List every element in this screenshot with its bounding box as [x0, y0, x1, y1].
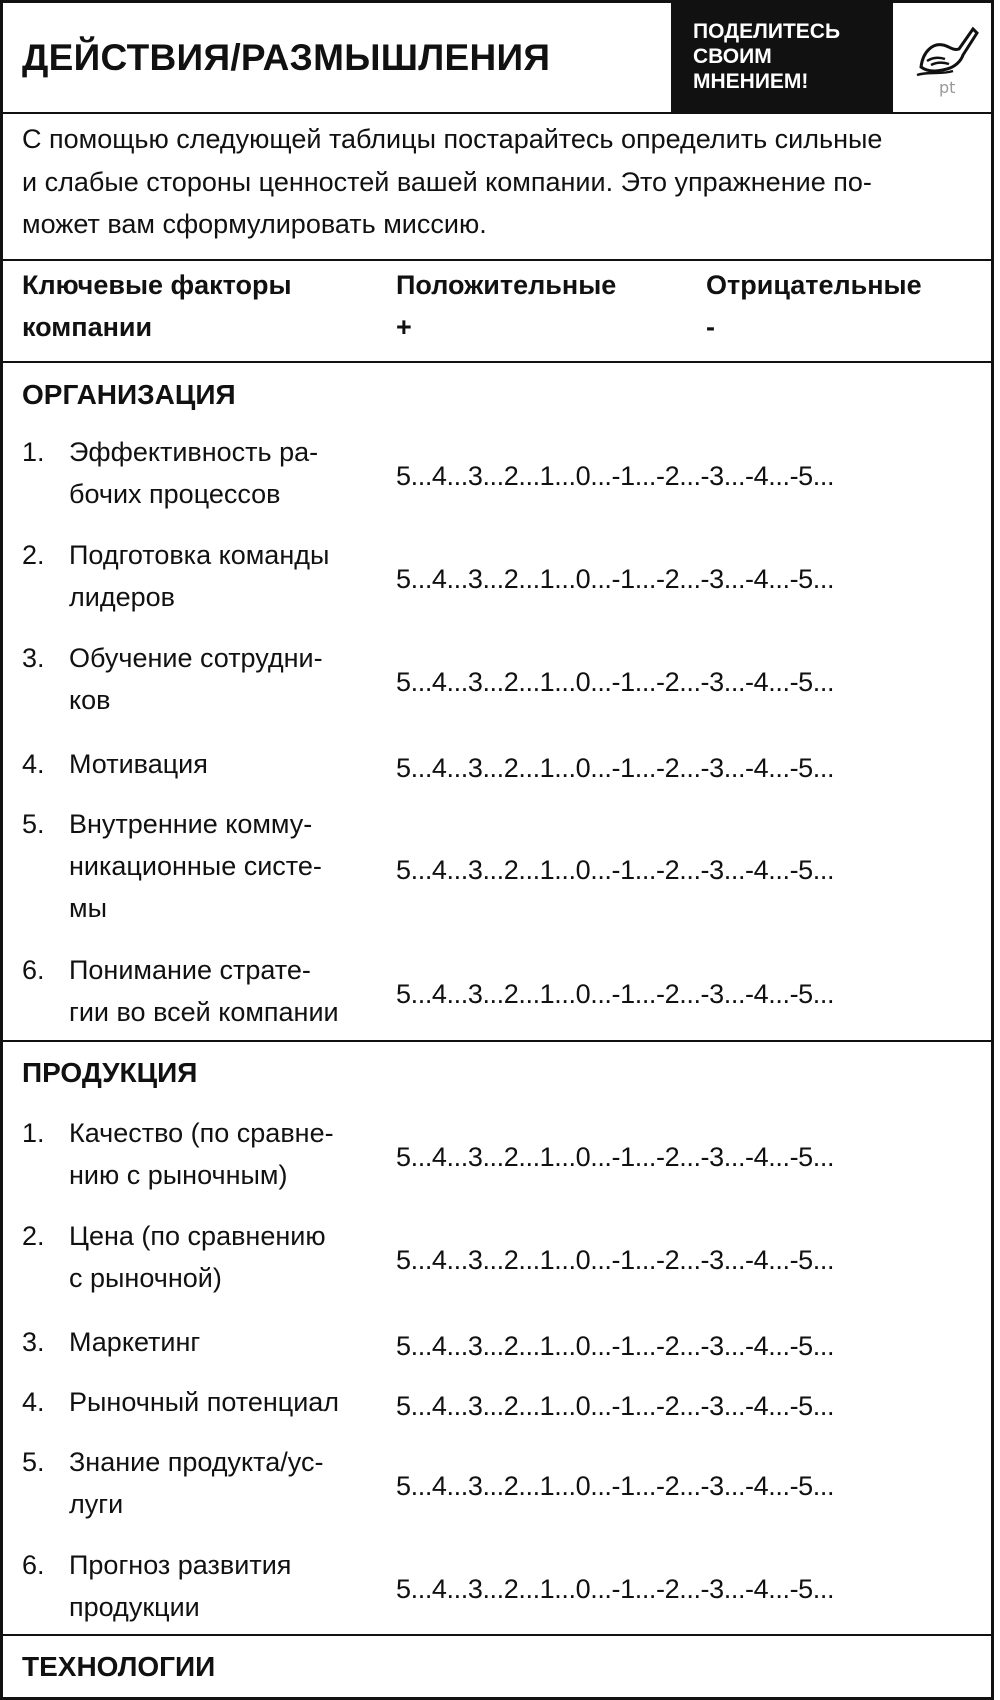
column-header-positive: +	[396, 312, 412, 342]
rating-scale: 5...4...3...2...1...0...-1...-2...-3...-…	[396, 564, 835, 594]
item-number: 2.	[22, 540, 45, 570]
column-headers: Ключевые факторы компании Положительные …	[3, 261, 991, 363]
intro-line: и слабые стороны ценностей вашей компани…	[22, 167, 872, 197]
intro-text: С помощью следующей таблицы постарайтесь…	[3, 114, 991, 261]
item-label: с рыночной)	[69, 1263, 222, 1293]
item-label: Рыночный потенциал	[69, 1387, 340, 1417]
page-title: ДЕЙСТВИЯ/РАЗМЫШЛЕНИЯ	[22, 37, 551, 78]
item-label: Обучение сотрудни-	[69, 643, 323, 673]
item-label: луги	[69, 1489, 124, 1519]
share-line: ПОДЕЛИТЕСЬ	[693, 20, 841, 43]
item-label: Маркетинг	[69, 1327, 201, 1357]
section-divider	[3, 1634, 991, 1636]
column-header-negative: Отрицательные	[706, 270, 922, 300]
rating-scale: 5...4...3...2...1...0...-1...-2...-3...-…	[396, 855, 835, 885]
rating-scale: 5...4...3...2...1...0...-1...-2...-3...-…	[396, 1245, 835, 1275]
section-title-products: ПРОДУКЦИЯ	[22, 1057, 198, 1088]
rating-scale: 5...4...3...2...1...0...-1...-2...-3...-…	[396, 461, 835, 491]
rating-scale: 5...4...3...2...1...0...-1...-2...-3...-…	[396, 1142, 835, 1172]
item-number: 1.	[22, 437, 45, 467]
rating-scale: 5...4...3...2...1...0...-1...-2...-3...-…	[396, 1331, 835, 1361]
item-label: Понимание страте-	[69, 955, 311, 985]
section-divider	[3, 1040, 991, 1042]
item-number: 2.	[22, 1221, 45, 1251]
column-header-factors: компании	[22, 312, 153, 342]
pen-writing-icon: pt	[893, 3, 991, 112]
item-label: мы	[69, 893, 107, 923]
column-header-factors: Ключевые факторы	[22, 270, 292, 300]
item-number: 1.	[22, 1118, 45, 1148]
section-title-technology: ТЕХНОЛОГИИ	[22, 1651, 216, 1682]
item-label: Мотивация	[69, 749, 208, 779]
item-label: никационные систе-	[69, 851, 322, 881]
header: ДЕЙСТВИЯ/РАЗМЫШЛЕНИЯ ПОДЕЛИТЕСЬ СВОИМ МН…	[3, 3, 991, 114]
item-number: 6.	[22, 955, 45, 985]
item-label: бочих процессов	[69, 479, 281, 509]
rating-scale: 5...4...3...2...1...0...-1...-2...-3...-…	[396, 1471, 835, 1501]
item-label: Качество (по сравне-	[69, 1118, 334, 1148]
item-label: Цена (по сравнению	[69, 1221, 326, 1251]
item-label: Прогноз развития	[69, 1550, 292, 1580]
item-label: нию с рыночным)	[69, 1160, 288, 1190]
item-number: 6.	[22, 1550, 45, 1580]
rating-scale: 5...4...3...2...1...0...-1...-2...-3...-…	[396, 1574, 835, 1604]
rating-scale: 5...4...3...2...1...0...-1...-2...-3...-…	[396, 667, 835, 697]
item-label: Подготовка команды	[69, 540, 330, 570]
worksheet: ДЕЙСТВИЯ/РАЗМЫШЛЕНИЯ ПОДЕЛИТЕСЬ СВОИМ МН…	[0, 0, 994, 1700]
share-line: СВОИМ	[693, 45, 772, 68]
item-number: 4.	[22, 749, 45, 779]
item-number: 3.	[22, 643, 45, 673]
item-label: гии во всей компании	[69, 997, 339, 1027]
rating-scale: 5...4...3...2...1...0...-1...-2...-3...-…	[396, 753, 835, 783]
share-opinion-box: ПОДЕЛИТЕСЬ СВОИМ МНЕНИЕМ!	[671, 3, 893, 112]
item-label: продукции	[69, 1592, 200, 1622]
rating-scale: 5...4...3...2...1...0...-1...-2...-3...-…	[396, 979, 835, 1009]
item-label: ков	[69, 685, 111, 715]
item-number: 4.	[22, 1387, 45, 1417]
section-title-organization: ОРГАНИЗАЦИЯ	[22, 379, 236, 410]
item-number: 3.	[22, 1327, 45, 1357]
pen-icon-caption: pt	[939, 78, 955, 97]
column-header-negative: -	[706, 312, 715, 342]
intro-line: может вам сформулировать миссию.	[22, 209, 487, 239]
item-label: лидеров	[69, 582, 175, 612]
item-number: 5.	[22, 809, 45, 839]
rating-scale: 5...4...3...2...1...0...-1...-2...-3...-…	[396, 1391, 835, 1421]
item-number: 5.	[22, 1447, 45, 1477]
item-label: Знание продукта/ус-	[69, 1447, 324, 1477]
item-label: Внутренние комму-	[69, 809, 313, 839]
item-label: Эффективность ра-	[69, 437, 319, 467]
intro-line: С помощью следующей таблицы постарайтесь…	[22, 124, 883, 154]
share-line: МНЕНИЕМ!	[693, 70, 809, 93]
column-header-positive: Положительные	[396, 270, 617, 300]
